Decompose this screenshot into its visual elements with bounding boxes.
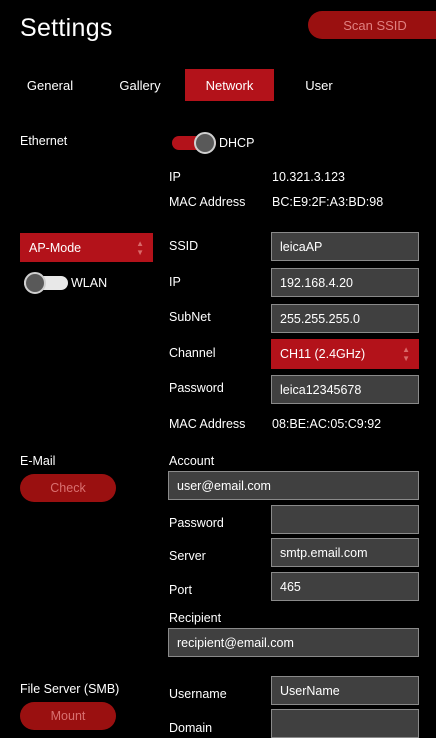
chevron-updown-icon: ▲ ▼ (402, 345, 410, 363)
tab-general[interactable]: General (16, 69, 84, 101)
server-input[interactable]: smtp.email.com (271, 538, 419, 567)
domain-input[interactable] (271, 709, 419, 738)
wifi-mode-value: AP-Mode (29, 240, 82, 255)
dhcp-toggle[interactable] (172, 132, 216, 154)
wlan-toggle[interactable] (24, 272, 68, 294)
dhcp-toggle-knob (194, 132, 216, 154)
recipient-label: Recipient (169, 611, 222, 625)
email-section-label: E-Mail (20, 454, 56, 468)
dhcp-label: DHCP (219, 136, 255, 150)
wifi-ip-input[interactable]: 192.168.4.20 (271, 268, 419, 297)
tab-network[interactable]: Network (185, 69, 274, 101)
channel-label: Channel (169, 346, 216, 360)
ssid-label: SSID (169, 239, 199, 253)
port-label: Port (169, 583, 192, 597)
subnet-label: SubNet (169, 310, 211, 324)
recipient-input[interactable]: recipient@email.com (168, 628, 419, 657)
wifi-mac-value: 08:BE:AC:05:C9:92 (272, 417, 382, 431)
wlan-toggle-knob (24, 272, 46, 294)
channel-select[interactable]: CH11 (2.4GHz) ▲ ▼ (271, 339, 419, 369)
port-input[interactable]: 465 (271, 572, 419, 601)
ethernet-mac-label: MAC Address (169, 195, 246, 209)
chevron-updown-icon: ▲ ▼ (136, 238, 144, 257)
wifi-ip-label: IP (169, 275, 181, 289)
smb-section-label: File Server (SMB) (20, 682, 120, 696)
username-input[interactable]: UserName (271, 676, 419, 705)
page-title: Settings (20, 14, 113, 42)
domain-label: Domain (169, 721, 213, 735)
wifi-password-input[interactable]: leica12345678 (271, 375, 419, 404)
email-password-input[interactable] (271, 505, 419, 534)
email-password-label: Password (169, 516, 224, 530)
wifi-password-label: Password (169, 381, 224, 395)
server-label: Server (169, 549, 206, 563)
tab-gallery[interactable]: Gallery (108, 69, 172, 101)
wlan-label: WLAN (71, 276, 108, 290)
account-input[interactable]: user@email.com (168, 471, 419, 500)
channel-value: CH11 (2.4GHz) (280, 347, 366, 361)
mount-button[interactable]: Mount (20, 702, 116, 730)
wifi-mac-label: MAC Address (169, 417, 246, 431)
check-button[interactable]: Check (20, 474, 116, 502)
ethernet-ip-label: IP (169, 170, 181, 184)
account-label: Account (169, 454, 215, 468)
ethernet-ip-value: 10.321.3.123 (272, 170, 345, 184)
wifi-mode-select[interactable]: AP-Mode ▲ ▼ (20, 233, 153, 262)
ethernet-section-label: Ethernet (20, 134, 68, 148)
tab-user[interactable]: User (290, 69, 348, 101)
ssid-input[interactable]: leicaAP (271, 232, 419, 261)
ethernet-mac-value: BC:E9:2F:A3:BD:98 (272, 195, 384, 209)
scan-ssid-button[interactable]: Scan SSID (308, 11, 436, 39)
subnet-input[interactable]: 255.255.255.0 (271, 304, 419, 333)
username-label: Username (169, 687, 227, 701)
